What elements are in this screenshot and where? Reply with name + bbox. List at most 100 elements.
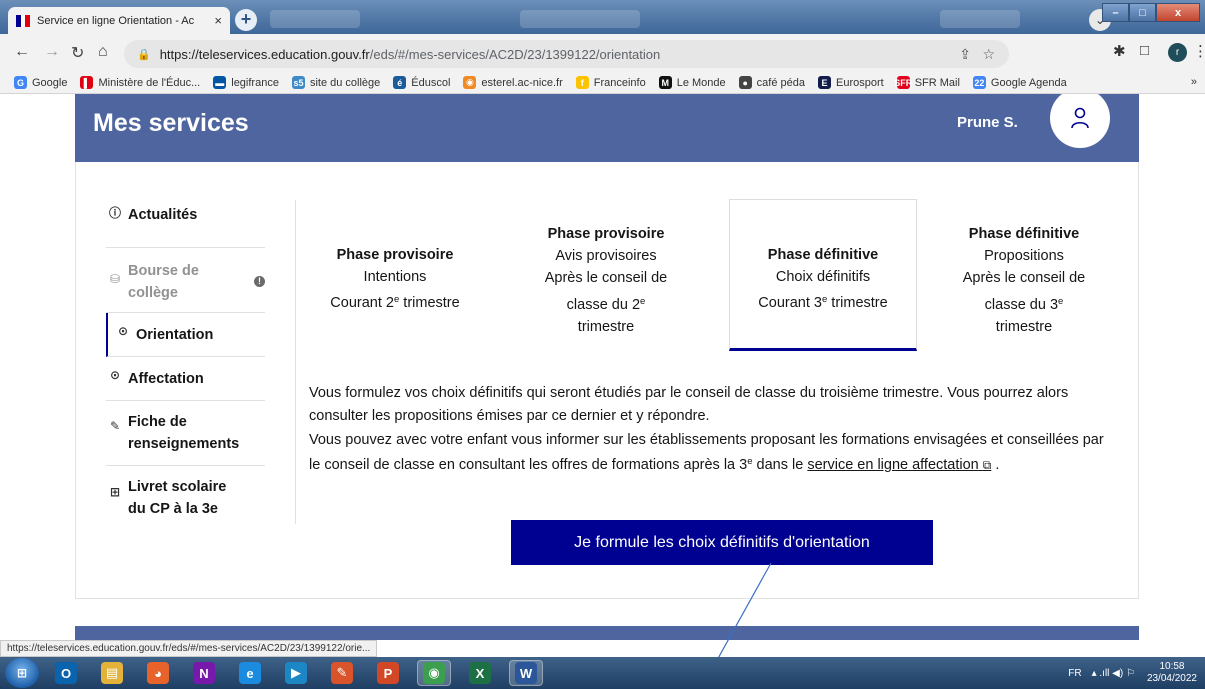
taskbar-app-glyph: X [469, 662, 491, 684]
phase-label: Avis provisoires [555, 248, 657, 264]
taskbar-outlook-icon[interactable]: O [49, 660, 83, 686]
compass-icon: ⊙ [109, 368, 121, 382]
side-panel-icon[interactable]: □ [1140, 42, 1149, 59]
taskbar-explorer-icon[interactable]: ▤ [95, 660, 129, 686]
taskbar-chrome-icon[interactable]: ◉ [417, 660, 451, 686]
blurred-region [520, 10, 640, 28]
bookmark-item[interactable]: M Le Monde [658, 76, 726, 89]
bookmark-favicon-icon: 22 [972, 76, 986, 89]
menu-item-label: Orientation [136, 327, 214, 343]
browser-toolbar: ← → ↻ ⌂ 🔒 https://teleservices.education… [0, 34, 1205, 72]
formulate-choices-button[interactable]: Je formule les choix définitifs d'orient… [511, 520, 933, 565]
menu-item-bourse-de-college[interactable]: ⛁ Bourse de collège ! [106, 248, 265, 313]
taskbar-app-glyph: e [239, 662, 261, 684]
tab-title: Service en ligne Orientation - Ac [37, 14, 195, 27]
start-button[interactable]: ⊞ [5, 658, 39, 688]
reload-icon[interactable]: ↻ [71, 43, 84, 63]
menu-item-label: Affectation [128, 371, 204, 387]
bookmarks-bar: G Google ▌ Ministère de l'Éduc... ▬ legifranc… [0, 72, 1205, 94]
bookmark-favicon-icon: E [817, 76, 831, 89]
phase-step-current[interactable]: Phase définitive Choix définitifs Couran… [729, 199, 917, 351]
bookmark-item[interactable]: é Éduscol [393, 76, 450, 89]
phase-period: Après le conseil de [544, 270, 668, 286]
taskbar-firefox-icon[interactable]: ◕ [141, 660, 175, 686]
bookmark-item[interactable]: f Franceinfo [575, 76, 646, 89]
menu-kebab-icon[interactable]: ⋮ [1193, 42, 1205, 60]
bookmark-favicon-icon: SFR [894, 76, 913, 89]
bookmark-favicon-icon: é [393, 76, 407, 89]
clock[interactable]: 10:58 23/04/2022 [1147, 661, 1197, 685]
bookmark-label: Google [32, 76, 68, 89]
language-indicator[interactable]: FR [1068, 668, 1081, 679]
bookmark-item[interactable]: ● café péda [738, 76, 805, 89]
taskbar-word-icon[interactable]: W [509, 660, 543, 686]
bookmark-label: Éduscol [411, 76, 451, 89]
menu-item-fiche-de-renseignements[interactable]: ✎ Fiche de renseignements [106, 401, 265, 466]
menu-item-orientation[interactable]: ⊙ Orientation [106, 313, 265, 357]
lock-icon: 🔒 [137, 48, 151, 61]
taskbar-excel-icon[interactable]: X [463, 660, 497, 686]
tray-icons[interactable]: ▴ .ıll ◀) ⚐ [1092, 668, 1135, 679]
user-avatar-button[interactable] [1050, 94, 1110, 148]
footer-band [75, 626, 1139, 640]
bookmark-label: Ministère de l'Éduc... [98, 76, 201, 89]
bookmark-item[interactable]: ◉ esterel.ac-nice.fr [463, 76, 563, 89]
home-icon[interactable]: ⌂ [98, 43, 108, 61]
tab-close-icon[interactable]: × [214, 13, 222, 28]
menu-item-label: Fiche de renseignements [128, 414, 240, 452]
bookmark-item[interactable]: 22 Google Agenda [972, 76, 1067, 89]
bookmark-favicon-icon: M [658, 76, 672, 89]
taskbar-powerpoint-icon[interactable]: P [371, 660, 405, 686]
maximize-button[interactable]: □ [1129, 3, 1156, 22]
bookmark-item[interactable]: s5 site du collège [291, 76, 380, 89]
book-icon: ⊞ [109, 485, 121, 499]
bookmarks-overflow-button[interactable]: » [1191, 76, 1197, 88]
page-content: Mes services Prune S. ⓘ Actualités ⛁ Bou… [0, 94, 1205, 640]
coins-icon: ⛁ [109, 272, 121, 286]
menu-item-actualites[interactable]: ⓘ Actualités [106, 200, 265, 248]
bookmark-item[interactable]: ▬ legifrance [213, 76, 279, 89]
info-icon: ⓘ [108, 206, 121, 220]
bookmark-label: Eurosport [835, 76, 884, 89]
extensions-puzzle-icon[interactable]: ✱ [1113, 42, 1126, 60]
phase-period: trimestre [577, 319, 635, 335]
bookmark-item[interactable]: E Eurosport [817, 76, 884, 89]
side-menu: ⓘ Actualités ⛁ Bourse de collège ! ⊙ Ori… [106, 200, 265, 528]
share-icon[interactable]: ⇪ [959, 40, 971, 68]
menu-item-affectation[interactable]: ⊙ Affectation [106, 357, 265, 401]
bookmark-star-icon[interactable]: ☆ [982, 40, 995, 68]
new-tab-button[interactable]: + [235, 9, 257, 31]
profile-avatar[interactable]: r [1168, 43, 1187, 62]
taskbar-app-glyph: ✎ [331, 662, 353, 684]
bookmark-item[interactable]: SFR SFR Mail [894, 76, 960, 89]
bookmark-label: Franceinfo [593, 76, 646, 89]
taskbar-paint-icon[interactable]: ✎ [325, 660, 359, 686]
phase-title: Phase définitive [968, 226, 1080, 242]
phase-title: Phase provisoire [547, 226, 665, 242]
taskbar-onenote-icon[interactable]: N [187, 660, 221, 686]
address-bar[interactable]: 🔒 https://teleservices.education.gouv.fr… [124, 40, 1009, 68]
taskbar-media-icon[interactable]: ▶ [279, 660, 313, 686]
bookmark-item[interactable]: G Google [14, 76, 67, 89]
phase-step[interactable]: Phase provisoire Avis provisoires Après … [521, 223, 691, 338]
phase-period: Courant 2e trimestre [330, 294, 460, 311]
back-arrow-icon[interactable]: ← [14, 43, 30, 61]
taskbar-app-glyph: W [515, 662, 537, 684]
service-affectation-link[interactable]: service en ligne affectation ⧉ [807, 457, 991, 473]
menu-item-livret-scolaire[interactable]: ⊞ Livret scolaire du CP à la 3e [106, 466, 265, 528]
phase-step[interactable]: Phase provisoire Intentions Courant 2e t… [316, 244, 474, 314]
phase-step[interactable]: Phase définitive Propositions Après le c… [938, 223, 1110, 338]
minimize-button[interactable]: – [1102, 3, 1129, 22]
bookmark-item[interactable]: ▌ Ministère de l'Éduc... [80, 76, 200, 89]
taskbar-ie-icon[interactable]: e [233, 660, 267, 686]
bookmark-label: esterel.ac-nice.fr [481, 76, 563, 89]
forward-arrow-icon[interactable]: → [44, 43, 60, 61]
browser-tab[interactable]: Service en ligne Orientation - Ac × [8, 7, 230, 34]
services-header: Mes services Prune S. [75, 94, 1139, 162]
close-window-button[interactable]: x [1156, 3, 1200, 22]
phase-title: Phase définitive [767, 247, 879, 263]
blurred-region [940, 10, 1020, 28]
clock-time: 10:58 [1159, 661, 1185, 672]
menu-item-label: Actualités [128, 207, 198, 223]
bookmark-favicon-icon: ▌ [80, 76, 94, 89]
